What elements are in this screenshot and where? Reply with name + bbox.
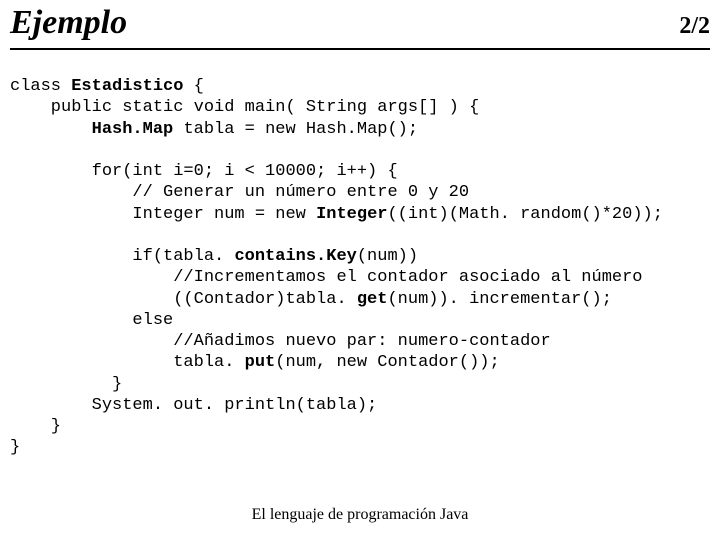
code-line: } (10, 375, 122, 394)
code-text: (num)) (357, 247, 418, 266)
code-line: //Incrementamos el contador asociado al … (10, 268, 643, 287)
code-bold: Integer (316, 205, 387, 224)
slide-footer: El lenguaje de programación Java (0, 506, 720, 524)
code-line: } (10, 417, 61, 436)
code-line: //Añadimos nuevo par: numero-contador (10, 332, 551, 351)
code-text: if(tabla. (10, 247, 234, 266)
code-line: } (10, 438, 20, 457)
slide-header: Ejemplo 2/2 (10, 0, 710, 50)
code-line: ((Contador)tabla. get(num)). incrementar… (10, 290, 612, 309)
slide: Ejemplo 2/2 class Estadistico { public s… (0, 0, 720, 540)
code-text (10, 120, 92, 139)
code-bold: Estadistico (71, 77, 183, 96)
code-text: ((int)(Math. random()*20)); (387, 205, 662, 224)
code-line: System. out. println(tabla); (10, 396, 377, 415)
code-line: for(int i=0; i < 10000; i++) { (10, 162, 398, 181)
code-text: (num, new Contador()); (275, 353, 499, 372)
code-text: (num)). incrementar(); (387, 290, 611, 309)
code-bold: contains.Key (234, 247, 356, 266)
code-text: { (183, 77, 203, 96)
code-block: class Estadistico { public static void m… (10, 50, 710, 459)
code-line: Integer num = new Integer((int)(Math. ra… (10, 205, 663, 224)
code-line: class Estadistico { (10, 77, 204, 96)
code-bold: put (245, 353, 276, 372)
code-line: Hash.Map tabla = new Hash.Map(); (10, 120, 418, 139)
code-text: tabla = new Hash.Map(); (173, 120, 418, 139)
code-line: public static void main( String args[] )… (10, 98, 479, 117)
code-line: // Generar un número entre 0 y 20 (10, 183, 469, 202)
code-text: Integer num = new (10, 205, 316, 224)
slide-title: Ejemplo (10, 4, 127, 42)
code-line: tabla. put(num, new Contador()); (10, 353, 500, 372)
code-text: ((Contador)tabla. (10, 290, 357, 309)
code-bold: Hash.Map (92, 120, 174, 139)
code-text: tabla. (10, 353, 245, 372)
code-text: class (10, 77, 71, 96)
code-bold: get (357, 290, 388, 309)
page-indicator: 2/2 (679, 13, 710, 40)
code-line: else (10, 311, 173, 330)
code-line: if(tabla. contains.Key(num)) (10, 247, 418, 266)
